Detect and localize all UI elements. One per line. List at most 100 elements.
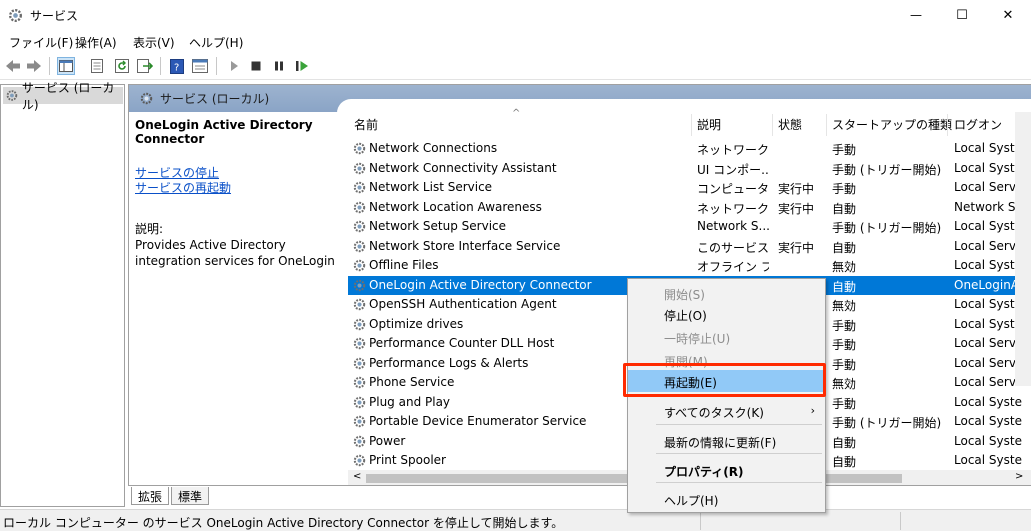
menu-view[interactable]: 表示(V) [133, 34, 175, 51]
service-row[interactable]: Network Setup Service Network S... 手動 (トリガ… [348, 217, 1031, 236]
forward-button[interactable] [25, 57, 43, 75]
view-tabs: 拡張 標準 [128, 487, 1031, 507]
status-bar: ローカル コンピューター のサービス OneLogin Active Direc… [0, 509, 1031, 531]
service-startup-type: 無効 [832, 377, 857, 391]
minimize-icon: — [910, 8, 922, 22]
service-logon: Local Syste [954, 394, 1022, 409]
menu-action[interactable]: 操作(A) [75, 34, 117, 51]
context-menu-item[interactable]: プロパティ(R) [628, 459, 825, 481]
context-menu-item[interactable]: 最新の情報に更新(F) [628, 430, 825, 452]
tab-standard[interactable]: 標準 [171, 487, 210, 505]
service-name: Network Connectivity Assistant [369, 160, 557, 175]
show-hide-console-tree-button[interactable] [57, 57, 75, 75]
scroll-right-icon[interactable]: > [1015, 471, 1023, 482]
service-logon: Local Syste [954, 453, 1022, 467]
service-gear-icon [352, 239, 367, 254]
service-row[interactable]: Network List Serviceコンピュータ...実行中手動Local … [348, 178, 1031, 197]
close-button[interactable]: ✕ [985, 0, 1031, 30]
pause-service-button[interactable] [270, 57, 288, 75]
export-icon [137, 59, 153, 73]
description-pane: OneLogin Active Directory Connector サービス… [135, 118, 340, 269]
service-row[interactable]: Network Connectionsネットワーク...手動Local Syst… [348, 139, 1031, 158]
back-button[interactable] [4, 57, 22, 75]
column-header-description[interactable]: 説明 [697, 112, 721, 136]
context-menu-item[interactable]: ヘルプ(H) [628, 488, 825, 510]
service-row[interactable]: Offline Filesオフライン フ...無効Local Syste [348, 256, 1031, 275]
menu-file[interactable]: ファイル(F) [9, 34, 73, 51]
service-startup-type: 手動 [832, 318, 857, 333]
service-gear-icon [352, 375, 367, 390]
service-gear-icon [352, 395, 367, 410]
console-tree-icon [59, 60, 73, 72]
submenu-arrow-icon: › [810, 404, 815, 417]
maximize-button[interactable]: ☐ [939, 0, 985, 30]
column-header-status[interactable]: 状態 [778, 112, 802, 136]
start-service-button[interactable] [225, 57, 243, 75]
service-startup-type: 自動 [832, 240, 857, 255]
document-icon [91, 59, 103, 73]
service-status: 実行中 [778, 240, 815, 255]
service-startup-type: 無効 [832, 299, 857, 313]
restart-service-button[interactable] [293, 57, 311, 75]
context-menu-item[interactable]: 一時停止(U) [628, 326, 825, 348]
service-description: Network S... [697, 219, 769, 233]
menu-help[interactable]: ヘルプ(H) [189, 34, 243, 51]
selected-service-name: OneLogin Active Directory Connector [135, 118, 313, 146]
minimize-button[interactable]: — [893, 0, 939, 30]
service-startup-type: 手動 [832, 396, 857, 411]
close-icon: ✕ [1002, 7, 1014, 23]
service-row[interactable]: Network Location Awareness ネットワーク... 実行中 自動… [348, 198, 1031, 217]
context-menu-item[interactable]: 開始(S) [628, 282, 825, 304]
service-startup-type: 手動 [832, 357, 857, 372]
context-menu-item-label: 停止(O) [664, 309, 707, 323]
column-header-logon[interactable]: ログオン [954, 112, 1002, 136]
service-startup-type: 手動 (トリガー開始) [832, 162, 942, 177]
service-gear-icon [352, 219, 367, 234]
properties-pane-button[interactable] [88, 57, 106, 75]
column-header-startup-type[interactable]: スタートアップの種類 [832, 112, 952, 136]
menu-separator [656, 424, 822, 425]
vertical-scrollbar[interactable] [1015, 112, 1031, 386]
scroll-left-icon[interactable]: < [353, 471, 361, 482]
sort-ascending-icon: ^ [512, 108, 521, 119]
service-description: UI コンポー... [697, 162, 769, 177]
tree-node-services-local[interactable]: サービス (ローカル) [3, 81, 123, 112]
help-topics-button[interactable] [191, 57, 209, 75]
help-button[interactable]: ? [168, 57, 186, 75]
status-text: ローカル コンピューター のサービス OneLogin Active Direc… [3, 516, 564, 530]
service-status: 実行中 [778, 182, 815, 196]
menu-separator [656, 453, 822, 454]
service-name: Network Connections [369, 141, 498, 155]
service-row[interactable]: Network Connectivity Assistant UI コンポー...… [348, 159, 1031, 178]
service-name: Network Location Awareness [369, 199, 542, 214]
service-description: コンピュータ... [697, 182, 769, 196]
service-row[interactable]: Network Store Interface Service このサービス...… [348, 237, 1031, 256]
service-logon: Local Syste [954, 433, 1022, 448]
context-menu-item[interactable]: 停止(O) [628, 303, 825, 325]
service-startup-type: 自動 [832, 455, 857, 469]
service-gear-icon [352, 161, 367, 176]
refresh-icon [115, 59, 129, 73]
column-header-name[interactable]: 名前 [354, 112, 378, 136]
export-list-button[interactable] [136, 57, 154, 75]
context-menu-item-label: すべてのタスク(K) [664, 406, 764, 420]
service-gear-icon [352, 278, 367, 293]
services-gear-icon [9, 9, 22, 22]
stop-service-link[interactable]: サービスの停止 [135, 166, 340, 181]
services-gear-icon [6, 90, 18, 101]
tab-extended[interactable]: 拡張 [131, 487, 170, 505]
service-gear-icon [352, 180, 367, 195]
service-gear-icon [352, 297, 367, 312]
restart-service-link[interactable]: サービスの再起動 [135, 181, 340, 196]
service-gear-icon [352, 434, 367, 449]
context-menu-item-label: 開始(S) [664, 288, 705, 302]
services-pane: サービス (ローカル) OneLogin Active Directory Co… [128, 84, 1031, 486]
forward-arrow-icon [27, 60, 41, 72]
refresh-button[interactable] [113, 57, 131, 75]
service-name: Offline Files [369, 258, 439, 272]
stop-service-button[interactable] [247, 57, 265, 75]
stop-icon [251, 61, 261, 71]
context-menu-item[interactable]: すべてのタスク(K) › [628, 400, 825, 422]
service-description: オフライン フ... [697, 260, 769, 274]
annotation-highlight-box [623, 363, 826, 397]
